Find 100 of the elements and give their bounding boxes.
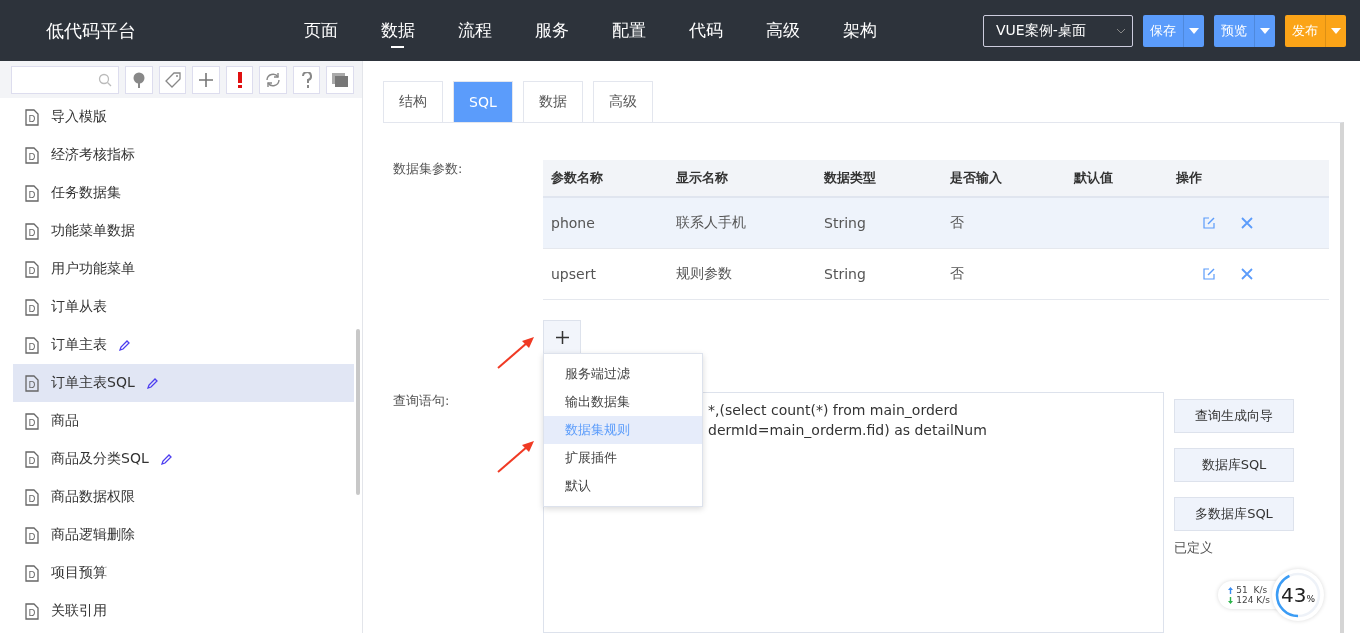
edit-icon[interactable] bbox=[1203, 268, 1215, 280]
download-speed: 124 K/s bbox=[1236, 595, 1270, 605]
tree-item[interactable]: D 订单主表 bbox=[13, 326, 354, 364]
close-icon[interactable] bbox=[1241, 268, 1253, 280]
tree-item[interactable]: D 订单从表 bbox=[13, 288, 354, 326]
column-header: 显示名称 bbox=[675, 169, 729, 187]
windows-icon bbox=[332, 72, 349, 87]
document-icon: D bbox=[25, 298, 39, 316]
tree-button[interactable] bbox=[125, 65, 153, 94]
tree-item[interactable]: D 任务数据集 bbox=[13, 174, 354, 212]
add-button[interactable] bbox=[543, 320, 581, 354]
action-button[interactable]: 数据库SQL bbox=[1174, 448, 1294, 482]
action-button[interactable]: 多数据库SQL bbox=[1174, 497, 1294, 531]
plus-icon bbox=[199, 72, 214, 87]
menu-item[interactable]: 服务端过滤 bbox=[544, 360, 702, 388]
pencil-icon[interactable] bbox=[146, 377, 159, 389]
column-header: 是否输入 bbox=[949, 169, 1003, 187]
tree-item[interactable]: D 经济考核指标 bbox=[13, 136, 354, 174]
help-button[interactable] bbox=[292, 65, 321, 94]
table-row[interactable]: phone 联系人手机 String 否 bbox=[543, 198, 1329, 249]
close-icon[interactable] bbox=[1241, 217, 1253, 229]
progress-ring bbox=[1274, 571, 1322, 619]
exclamation-icon bbox=[236, 71, 243, 88]
document-icon: D bbox=[25, 222, 39, 240]
tree-item[interactable]: D 商品及分类SQL bbox=[13, 440, 354, 478]
table-cell-text: 规则参数 bbox=[675, 265, 733, 283]
tree-item[interactable]: D 商品逻辑删除 bbox=[13, 516, 354, 554]
document-icon: D bbox=[25, 412, 39, 430]
upload-speed: 51 K/s bbox=[1236, 585, 1268, 595]
nav-tab[interactable]: 高级 bbox=[744, 13, 821, 48]
app-logo: 低代码平台 bbox=[45, 18, 137, 43]
arrow-down-icon bbox=[1228, 596, 1234, 604]
refresh-icon bbox=[265, 71, 282, 88]
tree-item[interactable]: D 关联引用 bbox=[13, 592, 354, 630]
item-label: 关联引用 bbox=[51, 602, 107, 620]
tab[interactable]: 高级 bbox=[592, 81, 653, 122]
menu-item[interactable]: 扩展插件 bbox=[544, 444, 702, 472]
document-icon: D bbox=[25, 108, 39, 126]
caret-icon bbox=[1260, 27, 1270, 34]
chevron-down-icon bbox=[1116, 27, 1126, 34]
item-label: 商品数据权限 bbox=[51, 488, 135, 506]
refresh-button[interactable] bbox=[259, 65, 287, 94]
document-icon: D bbox=[25, 564, 39, 582]
arrow-annotation bbox=[496, 440, 536, 474]
column-header: 参数名称 bbox=[550, 169, 604, 187]
document-icon: D bbox=[25, 374, 39, 392]
tree-item[interactable]: D 用户功能菜单 bbox=[13, 250, 354, 288]
column-header: 操作 bbox=[1175, 169, 1203, 187]
nav-tab[interactable]: 配置 bbox=[590, 13, 667, 48]
column-header: 默认值 bbox=[1072, 169, 1114, 187]
tab[interactable]: 结构 bbox=[383, 81, 443, 122]
edit-icon[interactable] bbox=[1203, 217, 1215, 229]
tree-item[interactable]: D 功能菜单数据 bbox=[13, 212, 354, 250]
nav-tab[interactable]: 架构 bbox=[821, 13, 898, 48]
plus-button[interactable] bbox=[192, 65, 220, 94]
item-label: 项目预算 bbox=[51, 564, 107, 582]
document-icon: D bbox=[25, 184, 39, 202]
table-cell-text: phone bbox=[550, 215, 596, 231]
item-label: 订单从表 bbox=[51, 298, 107, 316]
nav-tab[interactable]: 流程 bbox=[436, 13, 513, 48]
nav-tab[interactable]: 页面 bbox=[282, 13, 359, 48]
item-label: 订单主表 bbox=[51, 336, 107, 354]
pencil-icon[interactable] bbox=[119, 339, 131, 351]
document-icon: D bbox=[25, 146, 39, 164]
tab[interactable]: 数据 bbox=[522, 81, 583, 122]
menu-item[interactable]: 默认 bbox=[544, 472, 702, 500]
scrollbar-thumb[interactable] bbox=[356, 329, 360, 495]
windows-button[interactable] bbox=[326, 65, 355, 94]
search-field[interactable] bbox=[11, 65, 120, 94]
nav-tab[interactable]: 服务 bbox=[513, 13, 590, 48]
nav-tab[interactable]: 代码 bbox=[667, 13, 744, 48]
percent-value: 43 bbox=[1281, 583, 1307, 607]
code-line: dermId=main_orderm.fid) as detailNum bbox=[708, 421, 988, 440]
status-text: 已定义 bbox=[1174, 539, 1213, 557]
field-label: 数据集参数: bbox=[392, 160, 464, 178]
document-icon: D bbox=[25, 336, 39, 354]
tag-button[interactable] bbox=[158, 65, 187, 94]
menu-item[interactable]: 输出数据集 bbox=[544, 388, 702, 416]
tree-item[interactable]: D 项目预算 bbox=[13, 554, 354, 592]
table-cell-text: upsert bbox=[550, 266, 597, 282]
tree-icon bbox=[131, 71, 146, 88]
tree-item[interactable]: D 商品数据权限 bbox=[13, 478, 354, 516]
action-button[interactable]: 查询生成向导 bbox=[1174, 399, 1294, 433]
item-label: 商品 bbox=[51, 412, 79, 430]
tree-item[interactable]: D 导入模版 bbox=[13, 98, 354, 136]
tag-icon bbox=[164, 71, 181, 88]
table-cell-text: String bbox=[823, 215, 867, 231]
tree-item[interactable]: D 订单主表SQL bbox=[13, 364, 354, 402]
table-cell-text: 联系人手机 bbox=[675, 214, 747, 232]
plus-icon bbox=[555, 330, 569, 344]
document-icon: D bbox=[25, 602, 39, 620]
percent-unit: % bbox=[1306, 594, 1315, 604]
nav-tab[interactable]: 数据 bbox=[359, 13, 436, 48]
caret-icon bbox=[1331, 27, 1341, 34]
item-label: 任务数据集 bbox=[51, 184, 121, 202]
table-cell-text: String bbox=[823, 266, 867, 282]
project-select[interactable]: VUE案例-桌面 bbox=[983, 14, 1133, 47]
tree-item[interactable]: D 商品 bbox=[13, 402, 354, 440]
pencil-icon[interactable] bbox=[160, 453, 173, 465]
exclamation-button[interactable] bbox=[225, 65, 254, 94]
